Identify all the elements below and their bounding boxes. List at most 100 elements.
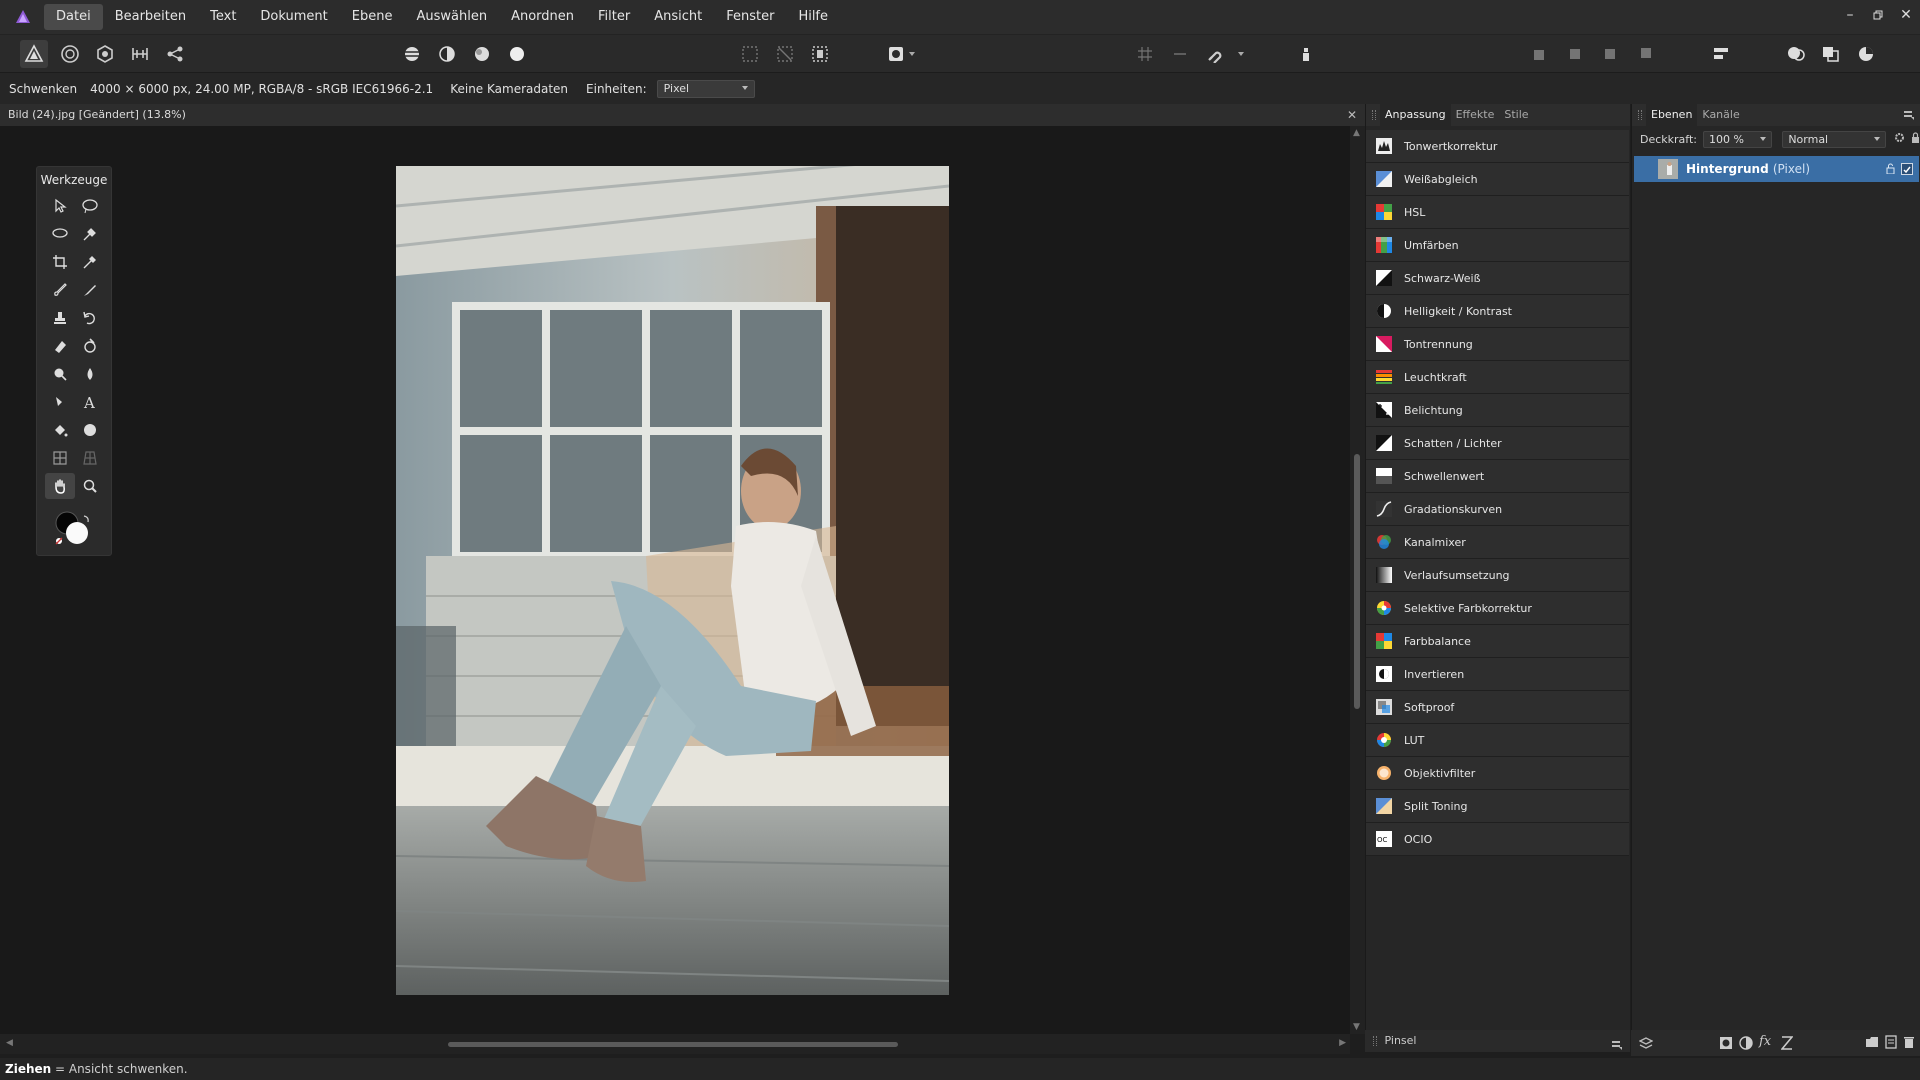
horizontal-scrollbar[interactable]: ◀ ▶ xyxy=(0,1034,1350,1054)
adjustment-item[interactable]: Belichtung xyxy=(1366,394,1629,427)
selection-brush-tool-icon[interactable] xyxy=(75,221,105,247)
affinity-photo-logo-icon[interactable] xyxy=(12,6,34,28)
adjustment-item[interactable]: LUT xyxy=(1366,724,1629,757)
clone-stamp-tool-icon[interactable] xyxy=(45,305,75,331)
panel-menu-icon[interactable] xyxy=(1904,110,1914,123)
healing-brush-tool-icon[interactable] xyxy=(75,333,105,359)
pen-tool-icon[interactable] xyxy=(45,389,75,415)
panel-grip-icon[interactable] xyxy=(1372,110,1376,120)
adjustment-item[interactable]: Split Toning xyxy=(1366,790,1629,823)
menu-anordnen[interactable]: Anordnen xyxy=(499,4,586,30)
perspective-tool-icon[interactable] xyxy=(75,445,105,471)
shape-ellipse-tool-icon[interactable] xyxy=(75,417,105,443)
crop-tool-icon[interactable] xyxy=(45,249,75,275)
horizontal-scroll-thumb[interactable] xyxy=(448,1042,898,1047)
marquee-select-icon[interactable] xyxy=(736,40,764,68)
adjustment-item[interactable]: Selektive Farbkorrektur xyxy=(1366,592,1629,625)
align-icon[interactable] xyxy=(1707,40,1735,68)
color-picker-wheel-icon[interactable] xyxy=(1852,40,1880,68)
export-persona-icon[interactable] xyxy=(161,40,189,68)
scroll-right-icon[interactable]: ▶ xyxy=(1339,1038,1346,1048)
undo-brush-tool-icon[interactable] xyxy=(75,305,105,331)
arrange-backward-icon[interactable] xyxy=(1561,40,1589,68)
assistant-icon[interactable] xyxy=(1292,40,1320,68)
adjustment-item[interactable]: Schatten / Lichter xyxy=(1366,427,1629,460)
adjustment-item[interactable]: HSL xyxy=(1366,196,1629,229)
menu-ebene[interactable]: Ebene xyxy=(340,4,405,30)
color-swatches[interactable] xyxy=(53,509,97,549)
add-adjustment-icon[interactable] xyxy=(1739,1036,1753,1053)
mesh-warp-tool-icon[interactable] xyxy=(45,445,75,471)
tab-kanaele[interactable]: Kanäle xyxy=(1697,104,1744,126)
menu-hilfe[interactable]: Hilfe xyxy=(786,4,840,30)
arrange-back-icon[interactable] xyxy=(1526,40,1554,68)
studio-presets-icon[interactable] xyxy=(1817,40,1845,68)
brushes-panel-bar[interactable]: Pinsel xyxy=(1365,1030,1630,1052)
layer-fx-icon[interactable]: fx xyxy=(1759,1034,1771,1049)
selection-refine-icon[interactable] xyxy=(806,40,834,68)
units-select[interactable]: Pixel xyxy=(656,79,755,98)
menu-bearbeiten[interactable]: Bearbeiten xyxy=(103,4,198,30)
menu-datei[interactable]: Datei xyxy=(44,4,103,30)
live-filter-icon[interactable] xyxy=(1780,1036,1794,1053)
move-tool-icon[interactable] xyxy=(45,193,75,219)
scroll-down-icon[interactable]: ▼ xyxy=(1353,1022,1360,1032)
dodge-tool-icon[interactable] xyxy=(45,361,75,387)
liquify-persona-icon[interactable] xyxy=(56,40,84,68)
snapping-dropdown-icon[interactable] xyxy=(1234,40,1248,68)
develop-persona-icon[interactable] xyxy=(91,40,119,68)
opacity-select[interactable]: 100 % xyxy=(1703,130,1773,148)
document-tab[interactable]: Bild (24).jpg [Geändert] (13.8%) ✕ xyxy=(0,104,1365,126)
menu-ansicht[interactable]: Ansicht xyxy=(642,4,714,30)
canvas-area[interactable] xyxy=(0,126,1350,1034)
new-group-icon[interactable] xyxy=(1865,1036,1879,1051)
adjustment-item[interactable]: Invertieren xyxy=(1366,658,1629,691)
blend-mode-select[interactable]: Normal xyxy=(1782,130,1886,148)
tab-anpassung[interactable]: Anpassung xyxy=(1380,104,1451,126)
snapping-magnet-icon[interactable] xyxy=(1201,40,1229,68)
adjustment-item[interactable]: Schwarz-Weiß xyxy=(1366,262,1629,295)
tab-effekte[interactable]: Effekte xyxy=(1451,104,1500,126)
snapping-grid-icon[interactable] xyxy=(1131,40,1159,68)
menu-fenster[interactable]: Fenster xyxy=(714,4,786,30)
fill-bucket-tool-icon[interactable] xyxy=(45,417,75,443)
adjustment-item[interactable]: Softproof xyxy=(1366,691,1629,724)
menu-auswaehlen[interactable]: Auswählen xyxy=(404,4,499,30)
panel-grip-icon[interactable] xyxy=(1638,110,1642,120)
photo-persona-icon[interactable] xyxy=(20,40,48,68)
panel-menu-icon[interactable] xyxy=(1612,1036,1622,1058)
tab-ebenen[interactable]: Ebenen xyxy=(1646,104,1698,126)
lasso-tool-icon[interactable] xyxy=(45,221,75,247)
auto-levels-icon[interactable] xyxy=(398,40,426,68)
restore-icon[interactable] xyxy=(1864,0,1892,30)
erase-brush-tool-icon[interactable] xyxy=(45,333,75,359)
minimize-icon[interactable]: – xyxy=(1836,0,1864,30)
auto-white-balance-icon[interactable] xyxy=(503,40,531,68)
layer-settings-icon[interactable] xyxy=(1894,132,1905,146)
adjustment-item[interactable]: Helligkeit / Kontrast xyxy=(1366,295,1629,328)
text-tool-icon[interactable]: A xyxy=(75,389,105,415)
menu-filter[interactable]: Filter xyxy=(586,4,642,30)
chat-bubble-icon[interactable] xyxy=(1782,40,1810,68)
adjustment-item[interactable]: Weißabgleich xyxy=(1366,163,1629,196)
layer-stack-icon[interactable] xyxy=(1638,1036,1654,1053)
blur-tool-icon[interactable] xyxy=(75,361,105,387)
new-layer-icon[interactable] xyxy=(1885,1035,1897,1052)
paint-brush-tool-icon[interactable] xyxy=(45,277,75,303)
delete-layer-icon[interactable] xyxy=(1903,1035,1915,1052)
arrange-front-icon[interactable] xyxy=(1631,40,1659,68)
menu-text[interactable]: Text xyxy=(198,4,248,30)
layer-row-hintergrund[interactable]: Hintergrund (Pixel) xyxy=(1634,156,1919,182)
auto-colors-icon[interactable] xyxy=(468,40,496,68)
tone-mapping-persona-icon[interactable] xyxy=(126,40,154,68)
tab-stile[interactable]: Stile xyxy=(1499,104,1533,126)
scroll-left-icon[interactable]: ◀ xyxy=(6,1038,13,1048)
adjustment-item[interactable]: Tonwertkorrektur xyxy=(1366,130,1629,163)
auto-contrast-icon[interactable] xyxy=(433,40,461,68)
scroll-up-icon[interactable]: ▲ xyxy=(1353,128,1360,138)
adjustment-item[interactable]: OC OCIO xyxy=(1366,823,1629,856)
freehand-selection-tool-icon[interactable] xyxy=(75,193,105,219)
adjustment-item[interactable]: Schwellenwert xyxy=(1366,460,1629,493)
lock-icon[interactable] xyxy=(1911,132,1920,146)
vertical-scroll-thumb[interactable] xyxy=(1354,454,1360,709)
